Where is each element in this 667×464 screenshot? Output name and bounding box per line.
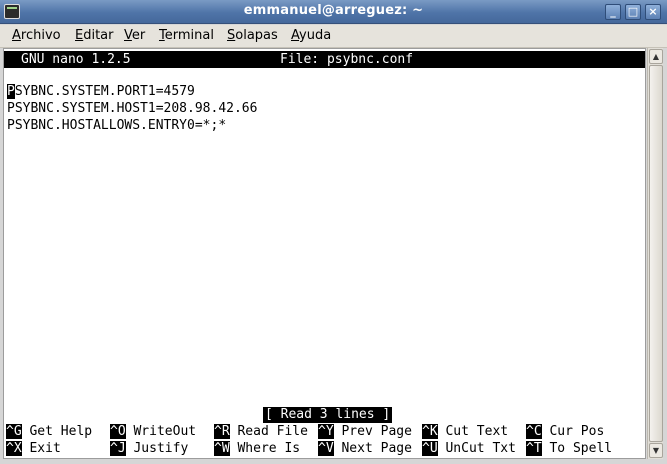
menu-bar: Archivo Editar Ver Terminal Solapas Ayud… [0,25,667,48]
menu-solapas[interactable]: Solapas [227,28,278,43]
shortcut-cut-text[interactable]: ^K Cut Text [422,424,508,440]
shortcut-key: ^X [6,441,22,456]
menu-ver-mnemonic: V [124,28,132,43]
shortcut-cur-pos[interactable]: ^C Cur Pos [526,424,604,440]
shortcut-exit[interactable]: ^X Exit [6,441,61,457]
shortcut-key: ^C [526,424,542,439]
text-cursor: P [7,84,15,99]
shortcut-key: ^U [422,441,438,456]
shortcut-label: Prev Page [341,424,412,439]
nano-header: GNU nano 1.2.5 File: psybnc.conf [4,51,645,68]
scrollbar-thumb[interactable] [649,65,663,442]
shortcut-label: Exit [29,441,61,456]
menu-ver[interactable]: Ver [124,28,145,43]
shortcut-label: Read File [237,424,308,439]
close-button[interactable]: × [645,4,661,20]
window-title: emmanuel@arreguez: ~ [243,3,424,18]
shortcut-label: To Spell [549,441,613,456]
editor-line-1-text: SYBNC.SYSTEM.PORT1=4579 [14,84,195,99]
menu-archivo-label: rchivo [20,28,61,43]
shortcut-label: Cur Pos [549,424,605,439]
shortcut-key: ^T [526,441,542,456]
menu-terminal-label: erminal [164,28,214,43]
shortcut-key: ^Y [318,424,334,439]
shortcut-label: UnCut Txt [445,441,516,456]
menu-ayuda-mnemonic: A [291,28,300,43]
menu-editar-label: ditar [83,28,114,43]
shortcut-key: ^J [110,441,126,456]
shortcut-key: ^O [110,424,126,439]
menu-ayuda[interactable]: Ayuda [291,28,331,43]
menu-archivo-mnemonic: A [12,28,21,43]
scroll-down-icon[interactable]: ▼ [649,443,663,458]
shortcut-label: Get Help [29,424,93,439]
nano-filename: File: psybnc.conf [280,52,414,67]
shortcut-key: ^R [214,424,230,439]
scroll-up-icon[interactable]: ▲ [649,49,663,64]
shortcut-key: ^K [422,424,438,439]
shortcut-label: WriteOut [133,424,197,439]
shortcut-prev-page[interactable]: ^Y Prev Page [318,424,412,440]
shortcut-justify[interactable]: ^J Justify [110,441,188,457]
shortcut-key: ^W [214,441,230,456]
menu-ayuda-label: yuda [299,28,332,43]
shortcut-where-is[interactable]: ^W Where Is [214,441,300,457]
menu-archivo[interactable]: Archivo [12,28,61,43]
menu-solapas-label: olapas [235,28,278,43]
menu-terminal[interactable]: Terminal [159,28,214,43]
shortcut-get-help[interactable]: ^G Get Help [6,424,92,440]
terminal-area[interactable]: GNU nano 1.2.5 File: psybnc.conf PSYBNC.… [3,48,646,459]
shortcut-uncut-text[interactable]: ^U UnCut Txt [422,441,516,457]
window-titlebar[interactable]: emmanuel@arreguez: ~ _ □ × [0,0,667,24]
shortcut-key: ^G [6,424,22,439]
menu-editar-mnemonic: E [75,28,84,43]
shortcut-key: ^V [318,441,334,456]
editor-line-1[interactable]: PSYBNC.SYSTEM.PORT1=4579 [7,84,195,100]
maximize-button[interactable]: □ [625,4,641,20]
shortcut-read-file[interactable]: ^R Read File [214,424,308,440]
vertical-scrollbar[interactable]: ▲ ▼ [647,48,663,459]
menu-ver-label: er [131,28,146,43]
shortcut-next-page[interactable]: ^V Next Page [318,441,412,457]
editor-line-2[interactable]: PSYBNC.SYSTEM.HOST1=208.98.42.66 [7,101,257,117]
status-message: [ Read 3 lines ] [263,407,393,423]
shortcut-label: Next Page [341,441,412,456]
shortcut-writeout[interactable]: ^O WriteOut [110,424,196,440]
minimize-button[interactable]: _ [605,4,621,20]
menu-editar[interactable]: Editar [75,28,114,43]
shortcut-label: Where Is [237,441,301,456]
shortcut-label: Justify [133,441,189,456]
nano-version: GNU nano 1.2.5 [21,52,131,67]
editor-line-3[interactable]: PSYBNC.HOSTALLOWS.ENTRY0=*;* [7,118,226,134]
shortcut-to-spell[interactable]: ^T To Spell [526,441,612,457]
shortcut-label: Cut Text [445,424,509,439]
